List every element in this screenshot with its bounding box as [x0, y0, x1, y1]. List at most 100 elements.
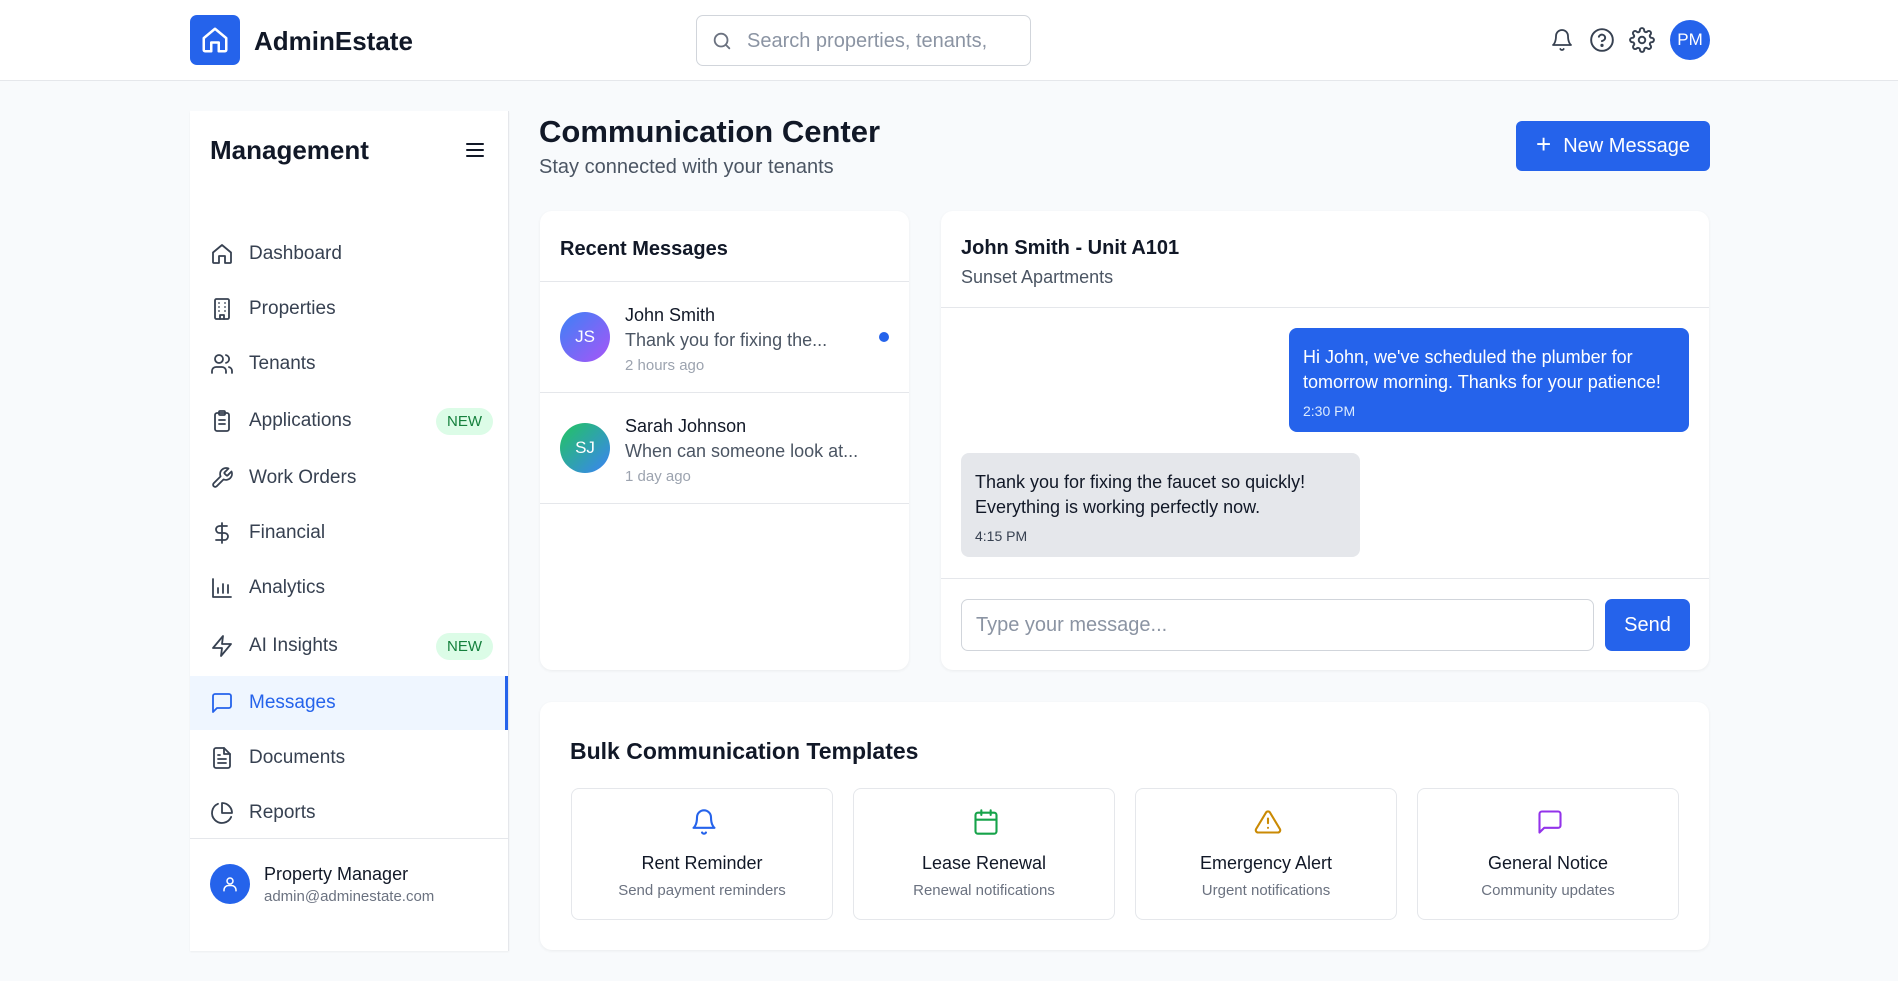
user-name: Property Manager — [264, 864, 409, 884]
user-icon — [223, 877, 237, 892]
help-button[interactable] — [1588, 26, 1616, 54]
page-subtitle: Stay connected with your tenants — [539, 156, 834, 178]
message-input[interactable] — [961, 599, 1594, 651]
new-badge: NEW — [436, 408, 493, 435]
sidebar-item-analytics[interactable]: Analytics — [190, 561, 508, 615]
bulk-templates-title: Bulk Communication Templates — [570, 738, 919, 764]
clipboard-icon — [214, 410, 230, 432]
sidebar: Management Dashboard Properties Tenants … — [190, 111, 509, 951]
sidebar-item-label: Messages — [249, 692, 336, 713]
message-icon — [1538, 810, 1562, 834]
avatar: JS — [560, 312, 610, 362]
new-message-label: New Message — [1563, 134, 1690, 157]
lightning-icon — [212, 635, 232, 657]
sidebar-item-financial[interactable]: Financial — [190, 506, 508, 560]
template-emergency-alert[interactable]: Emergency Alert Urgent notifications — [1135, 788, 1397, 920]
recent-messages-card: Recent Messages JS John Smith Thank you … — [540, 211, 909, 670]
conversation-preview: When can someone look at... — [625, 441, 859, 461]
home-icon — [202, 27, 228, 53]
sidebar-item-label: Financial — [249, 522, 326, 543]
building-icon — [214, 298, 230, 320]
send-button[interactable]: Send — [1605, 599, 1690, 651]
sidebar-item-label: Tenants — [249, 353, 316, 374]
sidebar-item-label: Properties — [249, 298, 336, 319]
conversation-item[interactable]: JS John Smith Thank you for fixing the..… — [540, 282, 909, 393]
sidebar-item-label: AI Insights — [249, 635, 338, 656]
user-avatar[interactable]: PM — [1670, 20, 1710, 60]
sidebar-item-label: Documents — [249, 747, 346, 768]
bar-chart-icon — [212, 578, 232, 598]
pie-chart-icon — [211, 802, 233, 824]
settings-button[interactable] — [1628, 26, 1656, 54]
logo[interactable] — [190, 15, 240, 65]
bell-icon — [1552, 29, 1572, 51]
conversation-time: 2 hours ago — [625, 357, 705, 374]
sidebar-item-label: Dashboard — [249, 243, 342, 264]
hamburger-icon — [466, 143, 484, 157]
sidebar-title: Management — [210, 135, 369, 165]
bulk-templates-card: Bulk Communication Templates Rent Remind… — [540, 702, 1709, 950]
sidebar-item-dashboard[interactable]: Dashboard — [190, 227, 508, 281]
template-description: Community updates — [1481, 882, 1615, 899]
template-rent-reminder[interactable]: Rent Reminder Send payment reminders — [571, 788, 833, 920]
sidebar-user-panel: Property Manager admin@adminestate.com — [190, 838, 508, 928]
sidebar-item-messages[interactable]: Messages — [190, 676, 508, 730]
sidebar-item-documents[interactable]: Documents — [190, 731, 508, 785]
search-icon — [713, 32, 731, 50]
sidebar-item-reports[interactable]: Reports — [190, 786, 508, 840]
wrench-icon — [212, 467, 233, 488]
message-bubble-outgoing: Hi John, we've scheduled the plumber for… — [1289, 328, 1689, 432]
conversation-item[interactable]: SJ Sarah Johnson When can someone look a… — [540, 393, 909, 504]
template-lease-renewal[interactable]: Lease Renewal Renewal notifications — [853, 788, 1115, 920]
sidebar-item-label: Analytics — [249, 577, 326, 598]
search-input[interactable] — [747, 26, 1017, 56]
sidebar-item-properties[interactable]: Properties — [190, 282, 508, 336]
conversation-time: 1 day ago — [625, 468, 691, 485]
search-box — [696, 15, 1031, 66]
avatar[interactable] — [210, 864, 250, 904]
avatar: SJ — [560, 423, 610, 473]
template-description: Renewal notifications — [913, 882, 1055, 899]
message-icon — [212, 693, 232, 713]
template-name: Rent Reminder — [641, 853, 763, 873]
sidebar-item-work-orders[interactable]: Work Orders — [190, 451, 508, 505]
chat-subtitle: Sunset Apartments — [961, 267, 1114, 287]
users-icon — [211, 354, 233, 374]
user-email: admin@adminestate.com — [264, 888, 435, 905]
warning-icon — [1254, 810, 1282, 834]
brand-name: AdminEstate — [254, 26, 413, 56]
calendar-icon — [974, 809, 998, 835]
sidebar-item-ai-insights[interactable]: AI Insights NEW — [190, 619, 508, 673]
new-message-button[interactable]: + New Message — [1516, 121, 1710, 171]
conversation-preview: Thank you for fixing the... — [625, 330, 828, 350]
bell-icon — [692, 809, 716, 835]
chat-title: John Smith - Unit A101 — [961, 237, 1180, 259]
recent-messages-title: Recent Messages — [540, 211, 909, 282]
plus-icon: + — [1536, 129, 1552, 159]
template-general-notice[interactable]: General Notice Community updates — [1417, 788, 1679, 920]
chat-panel: John Smith - Unit A101 Sunset Apartments… — [941, 211, 1709, 670]
sidebar-item-applications[interactable]: Applications NEW — [190, 394, 508, 448]
unread-indicator — [879, 332, 889, 342]
message-time: 2:30 PM — [1303, 403, 1356, 419]
message-time: 4:15 PM — [975, 528, 1028, 544]
template-name: General Notice — [1487, 853, 1609, 873]
sidebar-item-tenants[interactable]: Tenants — [190, 337, 508, 391]
message-text: Hi John, we've scheduled the plumber for… — [1303, 347, 1661, 392]
message-bubble-incoming: Thank you for fixing the faucet so quick… — [961, 453, 1360, 557]
menu-toggle-button[interactable] — [462, 138, 488, 162]
gear-icon — [1629, 27, 1655, 53]
sidebar-item-label: Work Orders — [249, 467, 357, 488]
conversation-name: John Smith — [625, 305, 716, 325]
sidebar-item-label: Reports — [249, 802, 316, 823]
top-navbar: AdminEstate PM — [0, 0, 1898, 81]
message-text: Thank you for fixing the faucet so quick… — [975, 472, 1306, 517]
template-description: Urgent notifications — [1201, 882, 1331, 899]
notifications-button[interactable] — [1548, 26, 1576, 54]
dollar-icon — [215, 522, 229, 544]
template-name: Lease Renewal — [921, 853, 1047, 873]
message-composer: Send — [941, 578, 1709, 670]
help-circle-icon — [1590, 28, 1614, 52]
sidebar-item-label: Applications — [249, 410, 352, 431]
conversation-name: Sarah Johnson — [625, 416, 747, 436]
